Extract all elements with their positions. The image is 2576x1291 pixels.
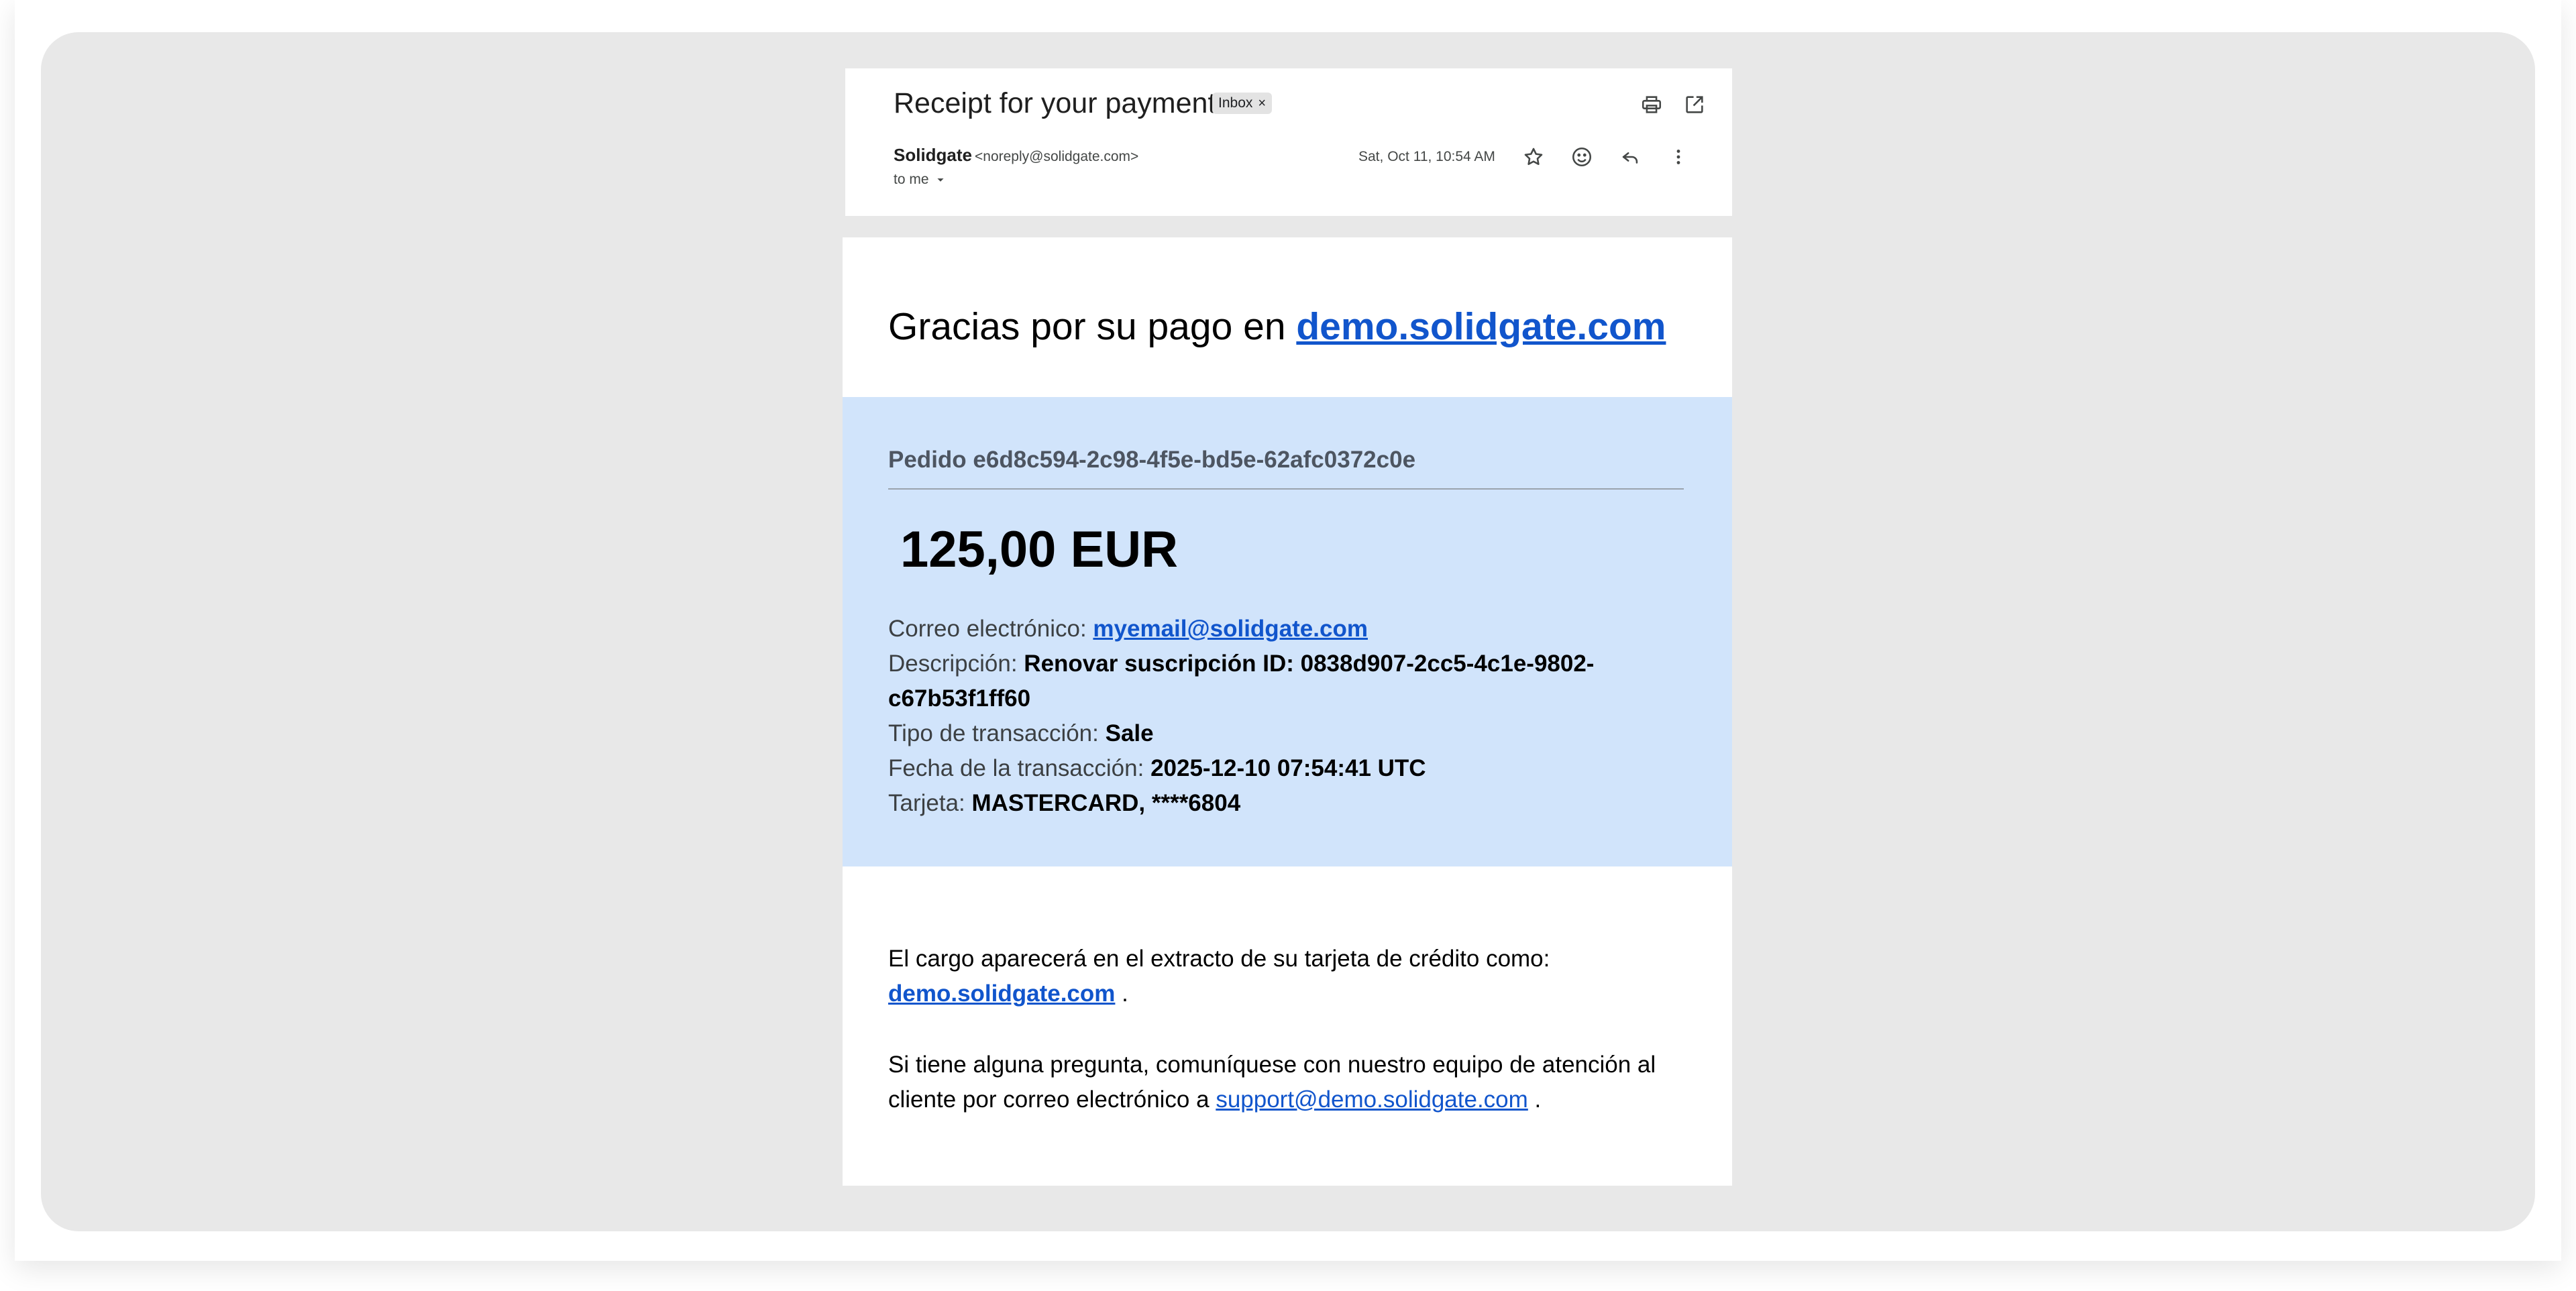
payment-amount: 125,00 EUR <box>900 521 1179 578</box>
inbox-label-chip[interactable]: Inbox × <box>1212 93 1273 114</box>
detail-card-label: Tarjeta: <box>888 790 972 816</box>
order-summary-panel: Pedido e6d8c594-2c98-4f5e-bd5e-62afc0372… <box>843 397 1732 866</box>
open-in-new-window-icon[interactable] <box>1681 91 1708 118</box>
sender-name[interactable]: Solidgate <box>894 145 972 165</box>
detail-description: Descripción: Renovar suscripción ID: 083… <box>888 647 1640 716</box>
recipient-toggle[interactable]: to me <box>894 172 948 188</box>
detail-email-label: Correo electrónico: <box>888 616 1093 642</box>
detail-date-label: Fecha de la transacción: <box>888 755 1151 781</box>
statement-note: El cargo aparecerá en el extracto de su … <box>888 942 1693 1011</box>
email-subject: Receipt for your payment <box>894 87 1216 119</box>
print-icon[interactable] <box>1638 91 1665 118</box>
more-options-icon[interactable] <box>1665 144 1692 170</box>
sender-line: Solidgate <noreply@solidgate.com> <box>894 145 1138 166</box>
email-body: Gracias por su pago en demo.solidgate.co… <box>843 237 1732 1186</box>
detail-description-label: Descripción: <box>888 651 1024 677</box>
detail-card-value: MASTERCARD, ****6804 <box>971 790 1241 816</box>
remove-label-icon[interactable]: × <box>1258 96 1266 111</box>
divider <box>888 488 1684 490</box>
reply-icon[interactable] <box>1617 144 1644 170</box>
support-note-end: . <box>1527 1086 1542 1113</box>
transaction-details: Correo electrónico: myemail@solidgate.co… <box>888 612 1640 821</box>
statement-descriptor-link[interactable]: demo.solidgate.com <box>888 980 1115 1007</box>
greeting-text: Gracias por su pago en <box>888 305 1297 348</box>
detail-email: Correo electrónico: myemail@solidgate.co… <box>888 612 1640 647</box>
email-date: Sat, Oct 11, 10:54 AM <box>1358 149 1495 164</box>
emoji-reaction-icon[interactable] <box>1568 144 1595 170</box>
email-header: Receipt for your payment Inbox × Solidgat… <box>845 68 1732 216</box>
support-note: Si tiene alguna pregunta, comuníquese co… <box>888 1048 1660 1117</box>
support-email-link[interactable]: support@demo.solidgate.com <box>1216 1086 1528 1113</box>
statement-note-text: El cargo aparecerá en el extracto de su … <box>888 946 1550 972</box>
detail-type-label: Tipo de transacción: <box>888 720 1106 746</box>
order-id: Pedido e6d8c594-2c98-4f5e-bd5e-62afc0372… <box>888 447 1416 473</box>
statement-note-end: . <box>1115 980 1128 1007</box>
chevron-down-icon <box>936 178 944 182</box>
detail-date: Fecha de la transacción: 2025-12-10 07:5… <box>888 751 1640 786</box>
recipient-text: to me <box>894 172 929 187</box>
detail-type: Tipo de transacción: Sale <box>888 716 1640 751</box>
detail-card: Tarjeta: MASTERCARD, ****6804 <box>888 786 1640 821</box>
merchant-site-link[interactable]: demo.solidgate.com <box>1296 305 1666 348</box>
detail-type-value: Sale <box>1105 720 1154 746</box>
inbox-label-text: Inbox <box>1218 95 1253 111</box>
star-icon[interactable] <box>1520 144 1547 170</box>
detail-date-value: 2025-12-10 07:54:41 UTC <box>1150 755 1426 781</box>
customer-email-link[interactable]: myemail@solidgate.com <box>1093 616 1368 642</box>
sender-email: <noreply@solidgate.com> <box>975 149 1139 164</box>
greeting-heading: Gracias por su pago en demo.solidgate.co… <box>888 304 1666 349</box>
